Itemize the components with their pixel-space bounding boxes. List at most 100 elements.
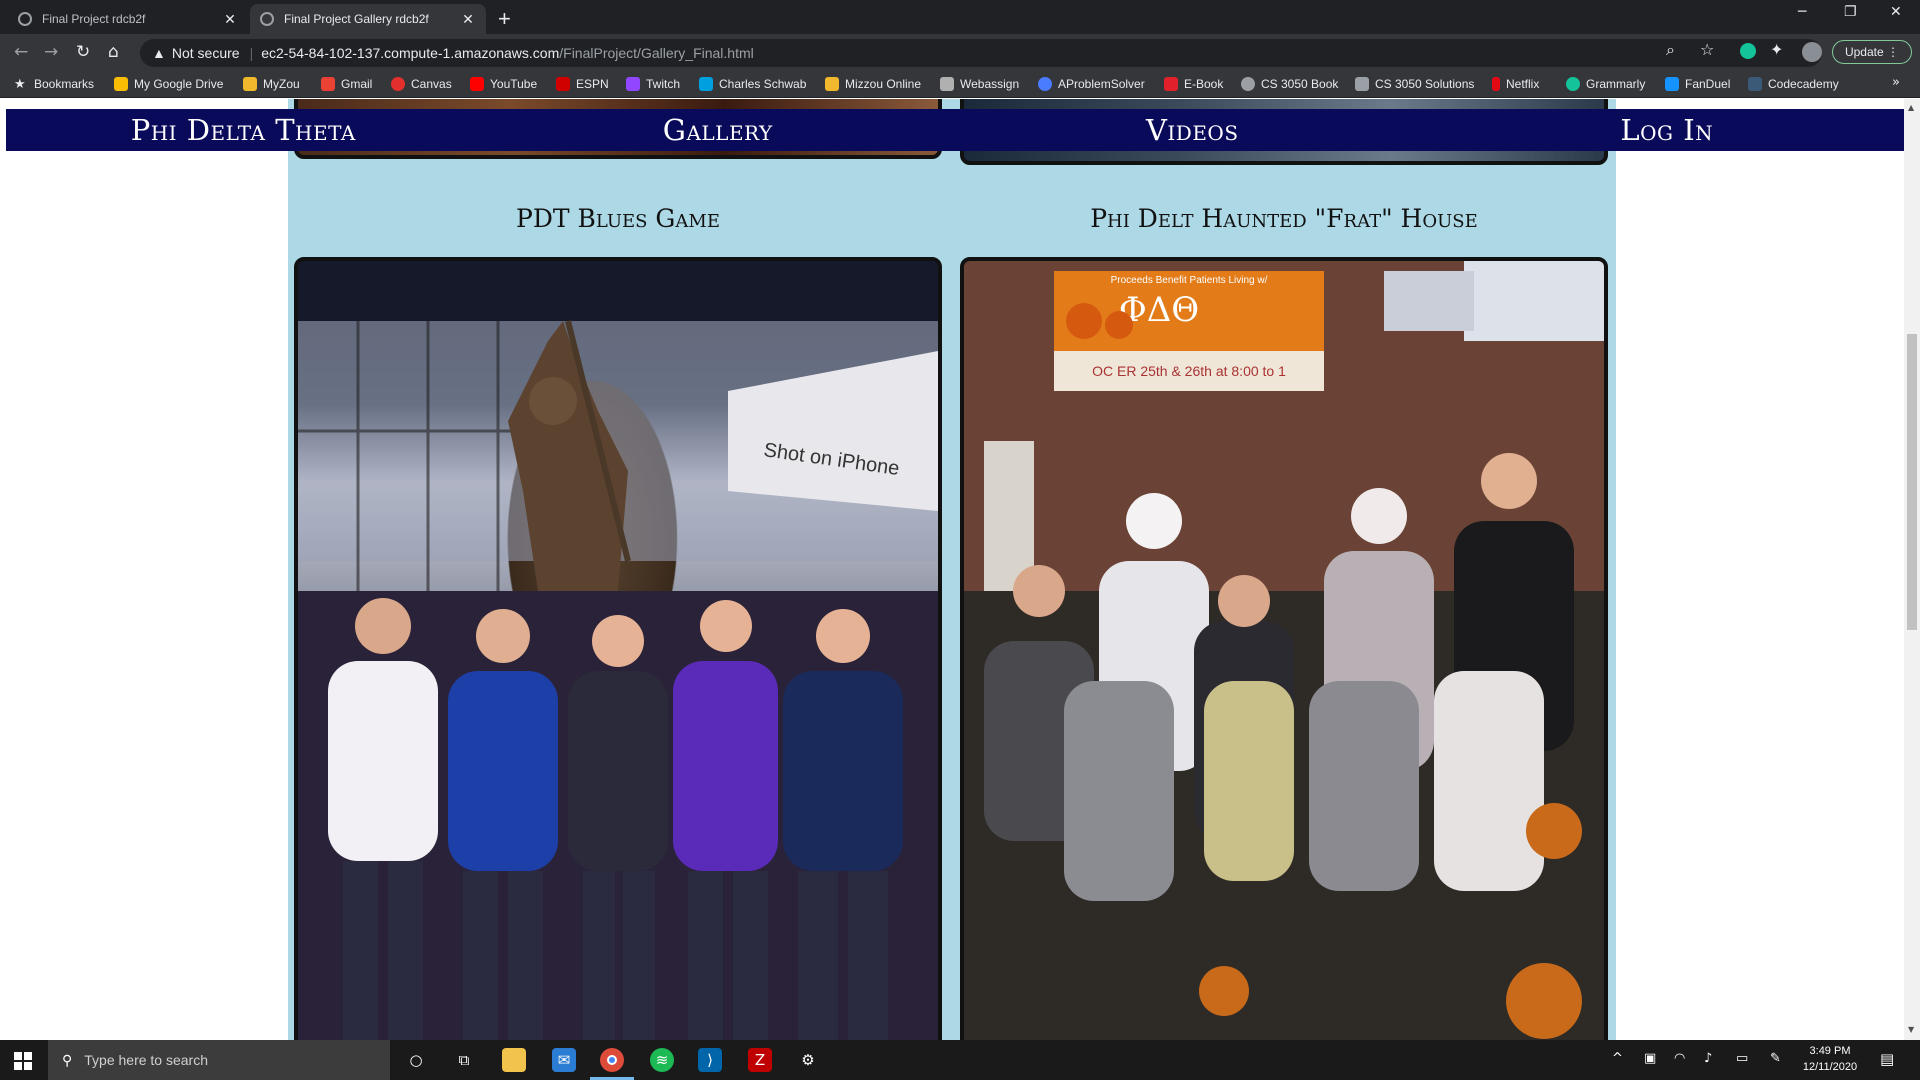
fanduel-icon <box>1665 77 1679 91</box>
clock-time: 3:49 PM <box>1809 1045 1851 1057</box>
scroll-up-icon[interactable]: ▲ <box>1908 103 1914 112</box>
google-drive-icon <box>114 77 128 91</box>
page-viewport: PDT Blues Game Phi Delt Haunted "Frat" H… <box>0 99 1904 1040</box>
main-nav: Phi Delta Theta Gallery Videos Log In <box>6 109 1904 151</box>
bookmark-aproblemsolver[interactable]: AProblemSolver <box>1038 75 1145 93</box>
taskbar-search[interactable]: ⚲ Type here to search <box>48 1040 390 1080</box>
tray-device-icon[interactable]: ▣ <box>1644 1051 1656 1066</box>
restore-icon[interactable]: ❐ <box>1844 4 1857 20</box>
close-icon[interactable]: ✕ <box>222 11 238 28</box>
search-icon: ⚲ <box>62 1051 73 1068</box>
photo-caption: Phi Delt Haunted "Frat" House <box>1090 204 1478 233</box>
scrollbar-thumb[interactable] <box>1907 334 1917 630</box>
scroll-down-icon[interactable]: ▼ <box>1908 1025 1914 1034</box>
tab-title: Final Project rdcb2f <box>42 12 146 26</box>
globe-icon <box>260 12 274 26</box>
zoom-search-icon[interactable]: ⌕ <box>1666 40 1675 60</box>
volume-icon[interactable]: ♪ <box>1704 1051 1712 1066</box>
extensions-icon[interactable]: ✦ <box>1770 40 1783 59</box>
settings-gear-icon[interactable]: ⚙ <box>796 1048 820 1072</box>
bookmark-netflix[interactable]: Netflix <box>1492 75 1539 93</box>
url-path: /FinalProject/Gallery_Final.html <box>559 45 754 61</box>
windows-taskbar: ⚲ Type here to search ○ ⧉ ✉ ≋ ⟩ Z ⚙ ^ ▣ … <box>0 1040 1920 1080</box>
security-label: Not secure <box>171 45 240 61</box>
bookmark-my-google-drive[interactable]: My Google Drive <box>114 75 223 93</box>
vertical-scrollbar[interactable]: ▲ ▼ <box>1904 99 1920 1040</box>
webassign-icon <box>940 77 954 91</box>
bookmark-charles-schwab[interactable]: Charles Schwab <box>699 75 806 93</box>
bookmark-cs-3050-solutions[interactable]: CS 3050 Solutions <box>1355 75 1474 93</box>
bookmark-grammarly[interactable]: Grammarly <box>1566 75 1645 93</box>
bookmark-cs-3050-book[interactable]: CS 3050 Book <box>1241 75 1338 93</box>
wifi-icon[interactable]: ◠ <box>1674 1051 1685 1066</box>
haunted-house-photo: Proceeds Benefit Patients Living w/ ΦΔΘ … <box>960 257 1608 1040</box>
bookmark-star-icon[interactable]: ☆ <box>1700 40 1714 59</box>
mail-icon[interactable]: ✉ <box>552 1048 576 1072</box>
grammarly-extension-icon[interactable] <box>1740 43 1756 59</box>
close-window-icon[interactable]: ✕ <box>1890 4 1902 20</box>
notification-icon[interactable]: ▤ <box>1880 1050 1894 1068</box>
bookmark-myzou[interactable]: MyZou <box>243 75 300 93</box>
bookmark-youtube[interactable]: YouTube <box>470 75 537 93</box>
back-icon[interactable]: ← <box>14 42 28 62</box>
address-bar[interactable]: ▲ Not secure | ec2-54-84-102-137.compute… <box>140 39 1822 67</box>
gmail-icon <box>321 77 335 91</box>
blues-game-photo-art: Shot on iPhone <box>298 261 938 1040</box>
nav-log-in[interactable]: Log In <box>1430 109 1905 151</box>
more-bookmarks-icon[interactable]: » <box>1892 75 1900 90</box>
netflix-icon <box>1492 77 1500 91</box>
close-icon[interactable]: ✕ <box>460 11 476 28</box>
bookmark-bookmarks[interactable]: ★ Bookmarks <box>14 75 94 93</box>
bookmark-espn[interactable]: ESPN <box>556 75 609 93</box>
bookmark-webassign[interactable]: Webassign <box>940 75 1019 93</box>
update-button[interactable]: Update ⋮ <box>1832 40 1912 64</box>
chrome-icon[interactable] <box>600 1048 624 1072</box>
windows-start-icon[interactable] <box>14 1052 32 1070</box>
browser-toolbar: ← → ↻ ⌂ ▲ Not secure | ec2-54-84-102-137… <box>0 34 1920 70</box>
espn-icon <box>556 77 570 91</box>
star-icon: ★ <box>14 76 26 91</box>
file-explorer-icon[interactable] <box>502 1048 526 1072</box>
cortana-icon[interactable]: ○ <box>404 1048 428 1072</box>
bookmark-gmail[interactable]: Gmail <box>321 75 372 93</box>
tab-final-project-gallery[interactable]: Final Project Gallery rdcb2f ✕ <box>250 4 486 34</box>
new-tab-button[interactable]: + <box>498 6 511 32</box>
nav-gallery[interactable]: Gallery <box>481 109 956 151</box>
canvas-icon <box>391 77 405 91</box>
nav-videos[interactable]: Videos <box>955 109 1430 151</box>
ebook-icon <box>1164 77 1178 91</box>
vscode-icon[interactable]: ⟩ <box>698 1048 722 1072</box>
profile-avatar[interactable] <box>1802 42 1822 62</box>
bookmark-e-book[interactable]: E-Book <box>1164 75 1223 93</box>
nav-phi-delta-theta[interactable]: Phi Delta Theta <box>6 109 481 151</box>
haunted-house-photo-art: Proceeds Benefit Patients Living w/ ΦΔΘ … <box>964 261 1604 1040</box>
youtube-icon <box>470 77 484 91</box>
pen-icon[interactable]: ✎ <box>1770 1051 1781 1066</box>
minimize-icon[interactable]: ─ <box>1798 4 1806 20</box>
url-host: ec2-54-84-102-137.compute-1.amazonaws.co… <box>261 45 560 61</box>
bookmark-fanduel[interactable]: FanDuel <box>1665 75 1730 93</box>
globe-icon <box>18 12 32 26</box>
tab-final-project[interactable]: Final Project rdcb2f ✕ <box>8 4 248 34</box>
tab-title: Final Project Gallery rdcb2f <box>284 12 429 26</box>
banner-top-text: Proceeds Benefit Patients Living w/ <box>1111 275 1268 286</box>
banner-dates-text: OC ER 25th & 26th at 8:00 to 1 <box>1092 363 1286 379</box>
tray-chevron-icon[interactable]: ^ <box>1612 1051 1623 1066</box>
task-view-icon[interactable]: ⧉ <box>452 1048 476 1072</box>
schwab-icon <box>699 77 713 91</box>
battery-icon[interactable]: ▭ <box>1736 1051 1748 1066</box>
spotify-icon[interactable]: ≋ <box>650 1048 674 1072</box>
forward-icon[interactable]: → <box>44 42 58 62</box>
system-clock[interactable]: 3:49 PM 12/11/2020 <box>1800 1043 1860 1075</box>
myzou-icon <box>243 77 257 91</box>
bookmark-codecademy[interactable]: Codecademy <box>1748 75 1839 93</box>
reload-icon[interactable]: ↻ <box>76 42 90 62</box>
filezilla-icon[interactable]: Z <box>748 1048 772 1072</box>
wiki-icon <box>1355 77 1369 91</box>
globe-icon <box>1241 77 1255 91</box>
photo-caption: PDT Blues Game <box>516 204 720 233</box>
bookmark-mizzou-online[interactable]: Mizzou Online <box>825 75 921 93</box>
bookmark-twitch[interactable]: Twitch <box>626 75 680 93</box>
home-icon[interactable]: ⌂ <box>108 42 119 62</box>
bookmark-canvas[interactable]: Canvas <box>391 75 452 93</box>
